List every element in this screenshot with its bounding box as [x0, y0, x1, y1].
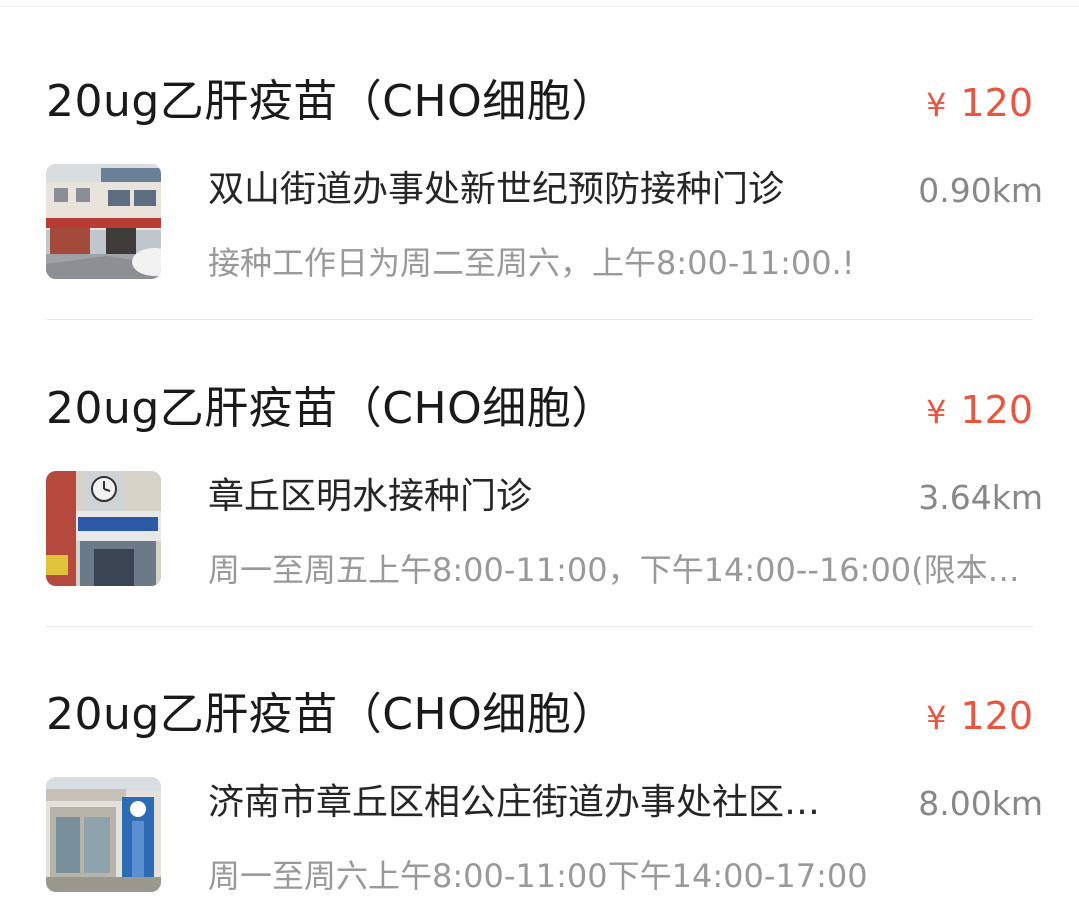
- clinic-name: 双山街道办事处新世纪预防接种门诊: [208, 169, 785, 210]
- clinic-name: 济南市章丘区相公庄街道办事处社区…: [208, 782, 821, 823]
- working-hours: 接种工作日为周二至周六，上午8:00-11:00.!: [208, 244, 855, 282]
- clinic-building-photo-icon: [46, 164, 161, 279]
- vaccine-title: 20ug乙肝疫苗（CHO细胞）: [46, 383, 616, 434]
- clinic-thumbnail: [46, 164, 161, 279]
- vaccine-clinic-list: 20ug乙肝疫苗（CHO细胞） ¥120 双山街道办事处新世纪预防接种门诊 0.…: [0, 0, 1079, 920]
- clinic-thumbnail: [46, 471, 161, 586]
- price: ¥120: [926, 78, 1033, 130]
- price: ¥120: [926, 691, 1033, 743]
- clinic-thumbnail: [46, 777, 161, 892]
- clinic-card[interactable]: 20ug乙肝疫苗（CHO细胞） ¥120 双山街道办事处新世纪预防接种门诊 0.…: [0, 14, 1079, 320]
- distance: 8.00km: [918, 784, 1043, 823]
- price-value: 120: [960, 81, 1033, 125]
- clinic-card[interactable]: 20ug乙肝疫苗（CHO细胞） ¥120 济南市章丘区相公庄街道办事处社区… 8…: [0, 627, 1079, 920]
- clinic-building-photo-icon: [46, 777, 161, 892]
- price-value: 120: [960, 388, 1033, 432]
- vaccine-title: 20ug乙肝疫苗（CHO细胞）: [46, 689, 616, 740]
- distance: 0.90km: [918, 171, 1043, 210]
- clinic-card[interactable]: 20ug乙肝疫苗（CHO细胞） ¥120 章丘区明水接种门诊 3.64km 周一: [0, 321, 1079, 627]
- clinic-building-photo-icon: [46, 471, 161, 586]
- currency-symbol: ¥: [926, 393, 947, 431]
- distance: 3.64km: [918, 478, 1043, 517]
- top-divider: [0, 6, 1079, 7]
- card-divider: [46, 319, 1033, 320]
- price-value: 120: [960, 694, 1033, 738]
- working-hours: 周一至周五上午8:00-11:00，下午14:00--16:00(限本站…: [208, 551, 1048, 589]
- vaccine-title: 20ug乙肝疫苗（CHO细胞）: [46, 76, 616, 127]
- working-hours: 周一至周六上午8:00-11:00下午14:00-17:00: [208, 857, 868, 895]
- clinic-name: 章丘区明水接种门诊: [208, 476, 533, 517]
- currency-symbol: ¥: [926, 86, 947, 124]
- currency-symbol: ¥: [926, 699, 947, 737]
- price: ¥120: [926, 385, 1033, 437]
